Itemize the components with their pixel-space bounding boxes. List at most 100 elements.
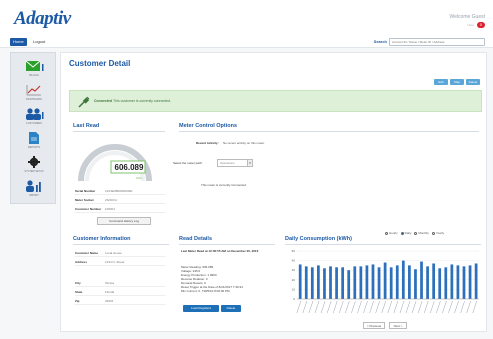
divider xyxy=(285,244,481,245)
search-input[interactable] xyxy=(389,38,485,46)
radio-circle xyxy=(414,231,418,235)
chart-bar[interactable] xyxy=(353,266,357,299)
chart-bar[interactable] xyxy=(444,267,448,299)
chart-bar[interactable] xyxy=(414,269,417,299)
chart-bar[interactable] xyxy=(310,267,314,299)
home-button[interactable]: Home xyxy=(10,38,27,46)
meter-status-text: This meter is currently Connected. xyxy=(201,183,247,187)
radio-label: Daily xyxy=(404,231,412,235)
app-window: Adaptiv Welcome Guest User 0 Home Logout… xyxy=(0,0,493,339)
chart-bar[interactable] xyxy=(474,263,478,299)
chart-bar[interactable] xyxy=(383,262,387,299)
chart-bar[interactable] xyxy=(420,261,423,299)
table-row: City Tampa xyxy=(75,279,165,287)
chart-bar[interactable] xyxy=(462,266,466,299)
chart-bar[interactable] xyxy=(335,267,338,299)
chart-bar[interactable] xyxy=(426,266,429,299)
sidebar-item-reports[interactable]: Reports xyxy=(11,131,57,149)
chart-bar[interactable] xyxy=(408,265,411,299)
radio-hourly[interactable]: Hourly xyxy=(385,231,398,235)
map-button[interactable]: Map xyxy=(450,79,464,85)
previous-button[interactable]: < Previous xyxy=(363,322,385,329)
sidebar-item-label: Import xyxy=(29,194,39,197)
chart-bar[interactable] xyxy=(347,270,351,299)
field-value: Local House xyxy=(105,250,122,255)
chart-bar[interactable] xyxy=(304,266,308,299)
radio-label: Hourly xyxy=(389,231,398,235)
edit-button[interactable]: Edit xyxy=(434,79,448,85)
chart-bar[interactable] xyxy=(401,260,405,299)
chart-bar[interactable] xyxy=(329,266,332,299)
page-title: Customer Detail xyxy=(69,59,131,68)
status-alert: Connected This customer is currently con… xyxy=(69,90,482,112)
table-row: Customer Name Local House xyxy=(75,249,165,257)
chart-bar[interactable] xyxy=(389,267,393,299)
chart-bar[interactable] xyxy=(438,268,442,299)
search-label: Search xyxy=(373,39,387,44)
radio-monthly[interactable]: Monthly xyxy=(414,231,429,235)
sidebar-item-system-setup[interactable]: System Setup xyxy=(11,155,57,173)
delete-read-button[interactable]: Delete xyxy=(221,305,241,312)
chart-bar[interactable] xyxy=(298,264,302,299)
chart-bar[interactable] xyxy=(371,264,375,299)
load-registers-button[interactable]: Load Registers xyxy=(183,305,219,312)
divider xyxy=(73,244,169,245)
x-tick-mark xyxy=(442,300,447,314)
field-value: 1234 N. Street xyxy=(105,259,125,264)
sidebar-item-dashboard[interactable]: Dashboard xyxy=(11,83,57,101)
chart-bar[interactable] xyxy=(323,268,326,299)
chart-bar[interactable] xyxy=(395,265,399,299)
sidebar-item-import[interactable]: Import xyxy=(11,179,57,197)
customer-info-heading: Customer Information xyxy=(73,236,131,242)
x-tick-mark xyxy=(332,300,338,314)
x-tick-mark xyxy=(339,300,344,314)
field-label: Customer Number xyxy=(75,206,102,211)
chart-bar[interactable] xyxy=(456,265,460,299)
x-tick-mark xyxy=(320,300,326,314)
alert-text: This customer is currently connected. xyxy=(113,99,171,103)
radio-daily[interactable]: Daily xyxy=(400,231,412,235)
chart-bar[interactable] xyxy=(359,266,363,299)
chart-bar[interactable] xyxy=(468,265,472,299)
chart-bar[interactable] xyxy=(317,265,320,299)
chart-bar[interactable] xyxy=(365,265,369,299)
notification-badge[interactable]: 0 xyxy=(476,22,485,28)
x-tick-mark xyxy=(296,300,302,314)
logout-link[interactable]: Logout xyxy=(30,38,48,46)
delete-button[interactable]: Delete xyxy=(466,79,480,85)
table-row: Zip 33601 xyxy=(75,297,165,305)
field-label: Meter Socket xyxy=(75,197,94,202)
x-tick-mark xyxy=(314,300,320,314)
x-tick-mark xyxy=(351,300,356,314)
radio-yearly[interactable]: Yearly xyxy=(431,231,445,235)
next-button[interactable]: Next > xyxy=(389,322,407,329)
chart-bar[interactable] xyxy=(450,264,454,299)
radio-label: Yearly xyxy=(435,231,445,235)
line-chart-icon xyxy=(26,85,41,96)
command-history-button[interactable]: Command History Log xyxy=(97,217,151,225)
alert-strong: Connected xyxy=(94,99,113,103)
top-bar: Adaptiv Welcome Guest User 0 xyxy=(0,0,493,36)
field-value: 33601 xyxy=(105,298,114,303)
x-tick-mark xyxy=(357,300,362,314)
x-tick-mark xyxy=(369,300,374,314)
chart-bar[interactable] xyxy=(341,267,345,299)
meter-reading: 606.089 xyxy=(114,163,144,172)
document-icon xyxy=(29,132,39,144)
sidebar-item-billing[interactable]: Billing xyxy=(11,59,57,77)
x-tick-mark xyxy=(417,300,423,314)
sidebar-item-label: Reports xyxy=(27,146,41,149)
alert-message: Connected This customer is currently con… xyxy=(94,99,171,103)
table-row: Address 1234 N. Street xyxy=(75,258,165,266)
recent-activity-label: Recent Activity: xyxy=(196,141,219,145)
chart-bar[interactable] xyxy=(377,267,381,299)
x-tick-mark xyxy=(381,300,386,314)
radio-label: Monthly xyxy=(418,231,429,235)
user-name[interactable]: User xyxy=(467,23,473,27)
field-value: Florida xyxy=(105,289,115,294)
chart-bar[interactable] xyxy=(432,263,436,299)
sidebar-item-customers[interactable]: Customers xyxy=(11,107,57,125)
read-line: Min Current: 0, 739/5/10 8:00:00 PM xyxy=(181,289,230,293)
x-tick-mark xyxy=(448,300,453,314)
chevron-down-icon[interactable]: ▾ xyxy=(247,159,253,167)
